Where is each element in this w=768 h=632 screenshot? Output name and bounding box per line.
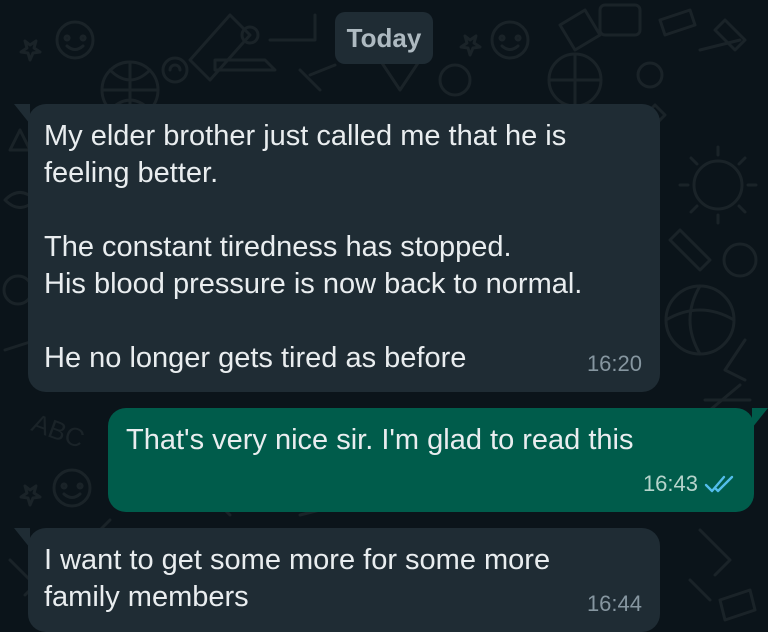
bubble-tail	[14, 104, 30, 124]
message-meta: 16:43	[643, 465, 736, 502]
message-meta: 16:20	[587, 345, 642, 382]
bubble-tail	[752, 408, 768, 428]
bubble-tail	[14, 528, 30, 548]
double-check-icon	[704, 475, 734, 492]
outgoing-message[interactable]: That's very nice sir. I'm glad to read t…	[108, 408, 768, 512]
message-timestamp: 16:20	[586, 351, 642, 376]
date-separator: Today	[335, 12, 433, 64]
message-meta: 16:44	[587, 585, 642, 622]
message-text: That's very nice sir. I'm glad to read t…	[126, 424, 634, 456]
message-timestamp: 16:44	[586, 591, 642, 616]
incoming-message[interactable]: I want to get some more for some more fa…	[14, 528, 660, 632]
message-timestamp: 16:43	[642, 471, 698, 496]
message-text: I want to get some more for some more fa…	[44, 544, 551, 613]
incoming-message[interactable]: My elder brother just called me that he …	[14, 104, 660, 392]
chat-conversation: Today My elder brother just called me th…	[0, 0, 768, 632]
message-text: My elder brother just called me that he …	[44, 120, 583, 374]
